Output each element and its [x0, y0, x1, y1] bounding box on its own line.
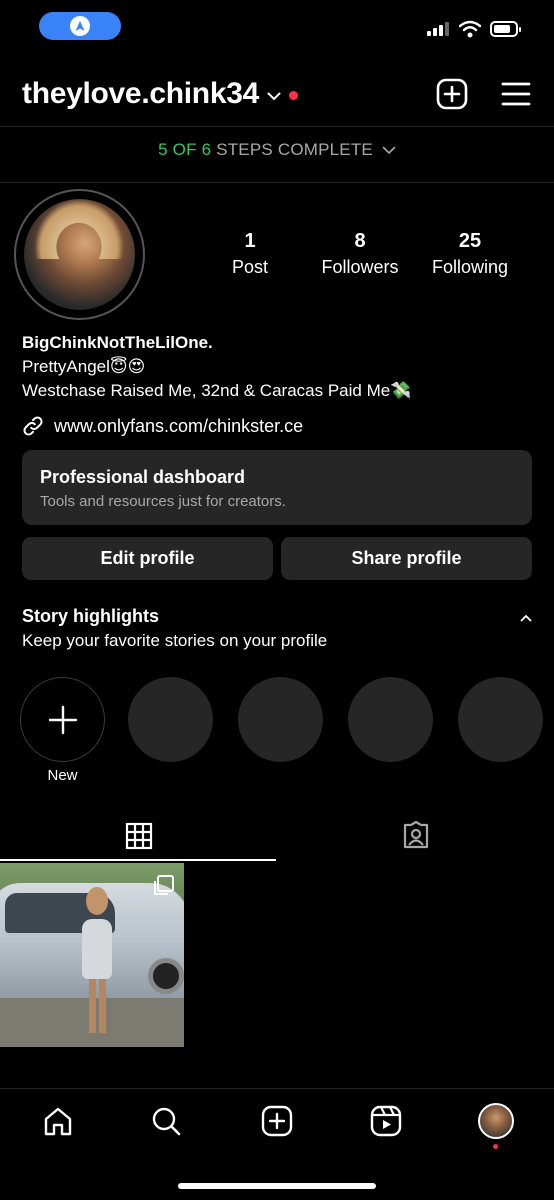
professional-dashboard[interactable]: Professional dashboard Tools and resourc… — [22, 450, 532, 525]
link-text: www.onlyfans.com/chinkster.ce — [54, 415, 304, 436]
new-highlight-label: New — [47, 767, 78, 784]
highlight-placeholder — [128, 677, 213, 762]
home-indicator — [178, 1183, 376, 1189]
navigation-icon — [70, 16, 90, 36]
stat-label: Following — [431, 257, 509, 277]
bio-line: Westchase Raised Me, 32nd & Caracas Paid… — [22, 381, 412, 400]
profile-stats: 1 Post 8 Followers 25 Following — [195, 230, 525, 278]
stat-posts[interactable]: 1 Post — [195, 230, 305, 278]
divider — [0, 126, 554, 127]
steps-count: 5 OF 6 — [158, 140, 212, 159]
divider — [0, 182, 554, 183]
search-icon[interactable] — [148, 1103, 184, 1139]
navigation-pill[interactable] — [39, 12, 121, 40]
multiple-photos-icon — [154, 875, 174, 895]
grid-icon — [125, 822, 152, 850]
share-profile-button[interactable]: Share profile — [281, 537, 532, 580]
username[interactable]: theylove.chink34 — [22, 77, 259, 111]
chevron-down-icon[interactable] — [267, 92, 281, 101]
notification-dot — [288, 90, 298, 100]
tab-tagged[interactable] — [277, 812, 554, 860]
bottom-navigation — [0, 1103, 554, 1143]
profile-photo — [24, 199, 135, 310]
steps-progress[interactable]: 5 OF 6 STEPS COMPLETE — [0, 140, 554, 160]
stat-label: Followers — [321, 257, 399, 277]
stat-followers[interactable]: 8 Followers — [305, 230, 415, 278]
home-icon[interactable] — [40, 1103, 76, 1139]
chevron-up-icon[interactable] — [520, 614, 532, 622]
edit-profile-button[interactable]: Edit profile — [22, 537, 273, 580]
stat-following[interactable]: 25 Following — [415, 230, 525, 278]
menu-icon[interactable] — [500, 78, 532, 110]
display-name: BigChinkNotTheLilOne. — [22, 333, 213, 352]
stat-value: 1 — [244, 230, 256, 252]
bio: BigChinkNotTheLilOne. PrettyAngel😇😍 West… — [22, 331, 411, 403]
profile-header: theylove.chink34 — [22, 70, 532, 118]
notification-dot — [493, 1144, 498, 1149]
steps-label: STEPS COMPLETE — [216, 140, 373, 159]
tab-posts-grid[interactable] — [0, 812, 277, 860]
highlight-placeholder — [348, 677, 433, 762]
highlight-placeholder — [458, 677, 543, 762]
dashboard-title: Professional dashboard — [40, 467, 246, 487]
create-icon[interactable] — [436, 78, 468, 110]
profile-tabs — [0, 812, 554, 862]
battery-icon — [490, 21, 521, 37]
highlight-placeholder — [238, 677, 323, 762]
plus-icon — [48, 705, 77, 734]
stat-label: Post — [231, 257, 269, 277]
profile-avatar[interactable] — [14, 189, 145, 320]
dashboard-subtitle: Tools and resources just for creators. — [40, 493, 286, 510]
divider — [0, 1088, 554, 1089]
tagged-icon — [403, 821, 428, 849]
status-bar — [0, 0, 554, 56]
signal-icon — [427, 22, 449, 36]
post-thumbnail[interactable] — [0, 863, 184, 1047]
chevron-down-icon — [382, 146, 396, 155]
reels-icon[interactable] — [368, 1103, 404, 1139]
highlights-title: Story highlights — [22, 606, 159, 626]
new-highlight-button[interactable] — [20, 677, 105, 762]
bio-link[interactable]: www.onlyfans.com/chinkster.ce — [22, 415, 303, 437]
bio-line: PrettyAngel😇😍 — [22, 357, 146, 376]
highlights-subtitle: Keep your favorite stories on your profi… — [22, 631, 328, 650]
link-icon — [23, 416, 43, 436]
profile-avatar[interactable] — [478, 1103, 514, 1139]
active-tab-indicator — [0, 859, 276, 861]
create-icon[interactable] — [259, 1103, 295, 1139]
stat-value: 8 — [354, 230, 366, 252]
stat-value: 25 — [458, 230, 482, 252]
wifi-icon — [459, 20, 481, 38]
